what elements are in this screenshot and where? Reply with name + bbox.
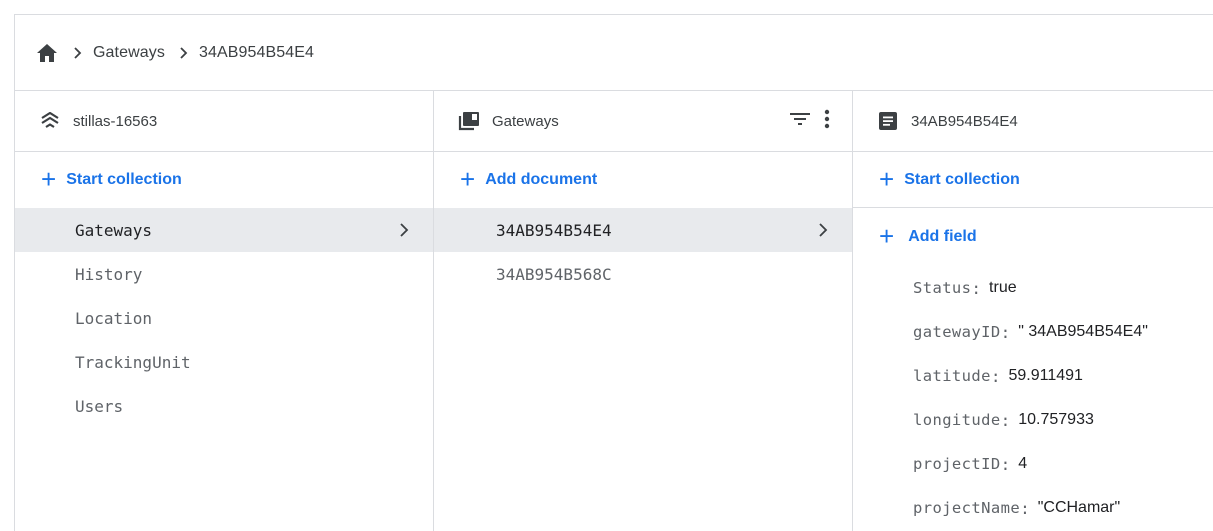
field-value: true [989, 279, 1017, 296]
collection-item-gateways[interactable]: Gateways [15, 208, 433, 252]
document-panel-header: 34AB954B54E4 [853, 91, 1213, 152]
field-row-latitude[interactable]: latitude: 59.911491 [853, 354, 1213, 398]
document-item[interactable]: 34AB954B568C [434, 252, 852, 296]
collection-item-trackingunit[interactable]: TrackingUnit [15, 340, 433, 384]
field-value: 10.757933 [1018, 411, 1094, 428]
start-collection-label: Start collection [66, 171, 182, 188]
plus-icon: + [460, 164, 476, 194]
collection-tools [790, 91, 830, 151]
field-value: " 34AB954B54E4" [1018, 323, 1148, 340]
document-title: 34AB954B54E4 [911, 112, 1018, 130]
chevron-right-icon [818, 208, 828, 252]
field-colon: : [971, 278, 982, 298]
chevron-right-icon [399, 208, 409, 252]
collection-item-label: Users [75, 396, 124, 416]
field-row-status[interactable]: Status: true [853, 266, 1213, 310]
collection-item-label: Gateways [75, 220, 153, 240]
field-key: gatewayID [913, 323, 1001, 341]
filter-icon[interactable] [790, 112, 810, 130]
collection-item-label: TrackingUnit [75, 352, 191, 372]
document-item[interactable]: 34AB954B54E4 [434, 208, 852, 252]
add-document-label: Add document [485, 171, 598, 188]
home-icon[interactable] [37, 43, 59, 63]
field-value: 4 [1018, 455, 1028, 472]
firestore-data-viewer: Gateways 34AB954B54E4 stillas-16563 + St… [14, 14, 1213, 531]
field-row-gatewayid[interactable]: gatewayID: " 34AB954B54E4" [853, 310, 1213, 354]
field-key: projectID [913, 455, 1001, 473]
field-colon: : [1000, 410, 1011, 430]
field-key: longitude [913, 411, 1001, 429]
breadcrumb-item-collection[interactable]: Gateways [93, 44, 165, 62]
more-vert-icon[interactable] [824, 109, 830, 133]
breadcrumb: Gateways 34AB954B54E4 [15, 15, 1213, 91]
field-colon: : [990, 366, 1001, 386]
collection-panel: Gateways + Add document 34AB954B54E4 34A… [434, 91, 853, 531]
project-title: stillas-16563 [73, 112, 158, 130]
field-colon: : [1000, 322, 1011, 342]
field-value: 59.911491 [1008, 367, 1083, 384]
field-key: latitude [913, 367, 991, 385]
collection-panel-header: Gateways [434, 91, 852, 152]
start-collection-button[interactable]: + Start collection [853, 152, 1213, 208]
document-item-label: 34AB954B568C [496, 264, 612, 284]
field-colon: : [1000, 454, 1011, 474]
panels-container: stillas-16563 + Start collection Gateway… [15, 91, 1213, 531]
collection-item-users[interactable]: Users [15, 384, 433, 428]
document-panel: 34AB954B54E4 + Start collection + Add fi… [853, 91, 1213, 531]
add-field-button[interactable]: + Add field [853, 208, 1213, 266]
collection-item-location[interactable]: Location [15, 296, 433, 340]
collection-title: Gateways [492, 112, 559, 130]
plus-icon: + [879, 221, 895, 251]
field-key: Status [913, 279, 972, 297]
field-key: projectName [913, 499, 1021, 517]
add-document-button[interactable]: + Add document [434, 152, 852, 208]
field-row-projectname[interactable]: projectName: "CCHamar" [853, 486, 1213, 530]
start-collection-button[interactable]: + Start collection [15, 152, 433, 208]
plus-icon: + [41, 164, 57, 194]
field-row-projectid[interactable]: projectID: 4 [853, 442, 1213, 486]
start-collection-label: Start collection [904, 170, 1020, 188]
collection-item-label: History [75, 264, 143, 284]
field-row-longitude[interactable]: longitude: 10.757933 [853, 398, 1213, 442]
collection-icon [458, 110, 480, 132]
plus-icon: + [879, 163, 895, 194]
chevron-right-icon [73, 46, 83, 59]
collection-item-history[interactable]: History [15, 252, 433, 296]
add-field-label: Add field [908, 228, 977, 245]
database-stack-icon [39, 110, 61, 132]
breadcrumb-item-document[interactable]: 34AB954B54E4 [199, 44, 314, 62]
field-value: "CCHamar" [1037, 499, 1121, 516]
root-panel: stillas-16563 + Start collection Gateway… [15, 91, 434, 531]
chevron-right-icon [179, 46, 189, 59]
document-icon [877, 110, 899, 132]
field-colon: : [1020, 498, 1030, 518]
collection-item-label: Location [75, 308, 153, 328]
document-item-label: 34AB954B54E4 [496, 220, 612, 240]
root-panel-header: stillas-16563 [15, 91, 433, 152]
